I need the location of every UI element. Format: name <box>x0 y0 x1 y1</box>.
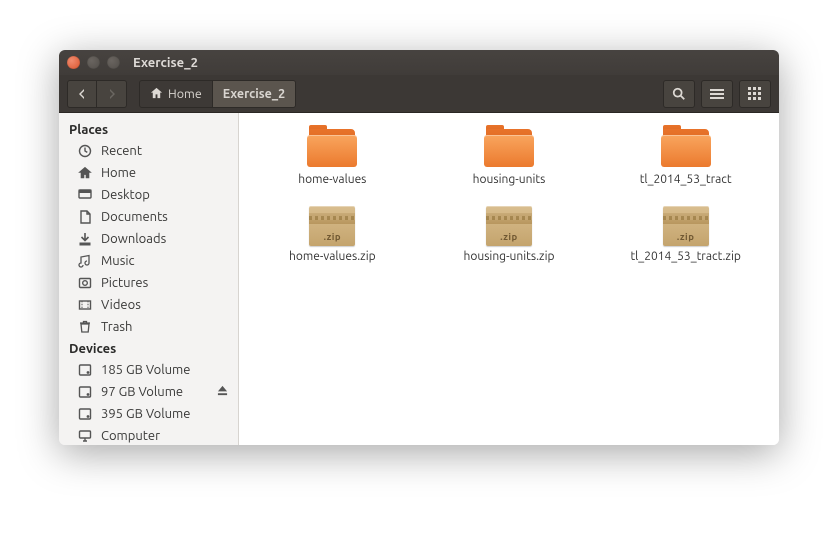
sidebar-item[interactable]: 97 GB Volume <box>59 381 238 403</box>
sidebar-item[interactable]: Computer <box>59 425 238 445</box>
videos-icon <box>77 297 93 313</box>
archive-icon: .zip <box>309 206 355 246</box>
clock-icon <box>77 143 93 159</box>
sidebar-item-label: Home <box>101 166 136 180</box>
archive-ext-label: .zip <box>309 231 355 242</box>
sidebar-item-label: Pictures <box>101 276 148 290</box>
sidebar-item-label: 97 GB Volume <box>101 385 183 399</box>
folder-item[interactable]: housing-units <box>426 127 593 186</box>
file-manager-window: Exercise_2 Home Exercise_2 Places Recent Ho… <box>59 50 779 445</box>
home-icon <box>150 87 163 100</box>
window-title: Exercise_2 <box>133 56 198 70</box>
toolbar: Home Exercise_2 <box>59 75 779 113</box>
content-area: Places Recent Home Desktop Documents Download… <box>59 113 779 445</box>
archive-ext-label: .zip <box>663 231 709 242</box>
file-label: housing-units.zip <box>463 250 554 263</box>
home-icon <box>77 165 93 181</box>
sidebar-item-label: Desktop <box>101 188 150 202</box>
eject-icon[interactable] <box>217 385 228 399</box>
breadcrumb-item[interactable]: Home <box>140 81 213 107</box>
breadcrumb-item[interactable]: Exercise_2 <box>213 81 295 107</box>
minimize-icon[interactable] <box>87 56 100 69</box>
sidebar-item[interactable]: Downloads <box>59 228 238 250</box>
forward-button[interactable] <box>97 80 127 108</box>
hamburger-icon <box>710 87 724 101</box>
file-label: home-values <box>298 173 366 186</box>
sidebar-item-label: 395 GB Volume <box>101 407 190 421</box>
close-icon[interactable] <box>67 56 80 69</box>
sidebar-item-label: Recent <box>101 144 142 158</box>
file-pane[interactable]: home-values housing-units tl_2014_53_tract… <box>239 113 779 445</box>
breadcrumb: Home Exercise_2 <box>139 80 296 108</box>
chevron-left-icon <box>76 88 88 100</box>
sidebar-item[interactable]: 395 GB Volume <box>59 403 238 425</box>
drive-icon <box>77 384 93 400</box>
file-grid: home-values housing-units tl_2014_53_tract… <box>249 127 769 263</box>
sidebar-item[interactable]: 185 GB Volume <box>59 359 238 381</box>
archive-ext-label: .zip <box>486 231 532 242</box>
sidebar-item[interactable]: Pictures <box>59 272 238 294</box>
desktop-icon <box>77 187 93 203</box>
menu-button[interactable] <box>701 80 733 108</box>
sidebar-item-label: Documents <box>101 210 168 224</box>
music-icon <box>77 253 93 269</box>
drive-icon <box>77 362 93 378</box>
nav-buttons <box>67 80 127 108</box>
sidebar-item-label: Trash <box>101 320 132 334</box>
sidebar-item[interactable]: Trash <box>59 316 238 338</box>
titlebar[interactable]: Exercise_2 <box>59 50 779 75</box>
sidebar-item[interactable]: Desktop <box>59 184 238 206</box>
archive-item[interactable]: .zip home-values.zip <box>249 206 416 263</box>
folder-item[interactable]: home-values <box>249 127 416 186</box>
breadcrumb-label: Exercise_2 <box>223 87 285 101</box>
archive-icon: .zip <box>663 206 709 246</box>
sidebar-heading: Places <box>59 119 238 140</box>
sidebar-heading: Devices <box>59 338 238 359</box>
file-label: tl_2014_53_tract.zip <box>630 250 740 263</box>
back-button[interactable] <box>67 80 97 108</box>
sidebar-item-label: Music <box>101 254 135 268</box>
archive-item[interactable]: .zip tl_2014_53_tract.zip <box>602 206 769 263</box>
folder-icon <box>484 127 534 169</box>
sidebar: Places Recent Home Desktop Documents Download… <box>59 113 239 445</box>
grid-icon <box>748 87 762 101</box>
search-button[interactable] <box>663 80 695 108</box>
downloads-icon <box>77 231 93 247</box>
sidebar-item[interactable]: Documents <box>59 206 238 228</box>
archive-item[interactable]: .zip housing-units.zip <box>426 206 593 263</box>
folder-icon <box>307 127 357 169</box>
file-label: housing-units <box>473 173 546 186</box>
file-label: home-values.zip <box>289 250 376 263</box>
sidebar-item-label: Videos <box>101 298 141 312</box>
documents-icon <box>77 209 93 225</box>
breadcrumb-label: Home <box>168 87 202 101</box>
sidebar-item-label: Computer <box>101 429 160 443</box>
search-icon <box>672 87 686 101</box>
sidebar-item-label: 185 GB Volume <box>101 363 190 377</box>
trash-icon <box>77 319 93 335</box>
drive-icon <box>77 406 93 422</box>
archive-icon: .zip <box>486 206 532 246</box>
sidebar-item[interactable]: Videos <box>59 294 238 316</box>
file-label: tl_2014_53_tract <box>640 173 732 186</box>
folder-item[interactable]: tl_2014_53_tract <box>602 127 769 186</box>
sidebar-item[interactable]: Home <box>59 162 238 184</box>
view-grid-button[interactable] <box>739 80 771 108</box>
folder-icon <box>661 127 711 169</box>
pictures-icon <box>77 275 93 291</box>
sidebar-item[interactable]: Recent <box>59 140 238 162</box>
sidebar-item-label: Downloads <box>101 232 166 246</box>
sidebar-item[interactable]: Music <box>59 250 238 272</box>
computer-icon <box>77 428 93 444</box>
maximize-icon[interactable] <box>107 56 120 69</box>
chevron-right-icon <box>106 88 118 100</box>
